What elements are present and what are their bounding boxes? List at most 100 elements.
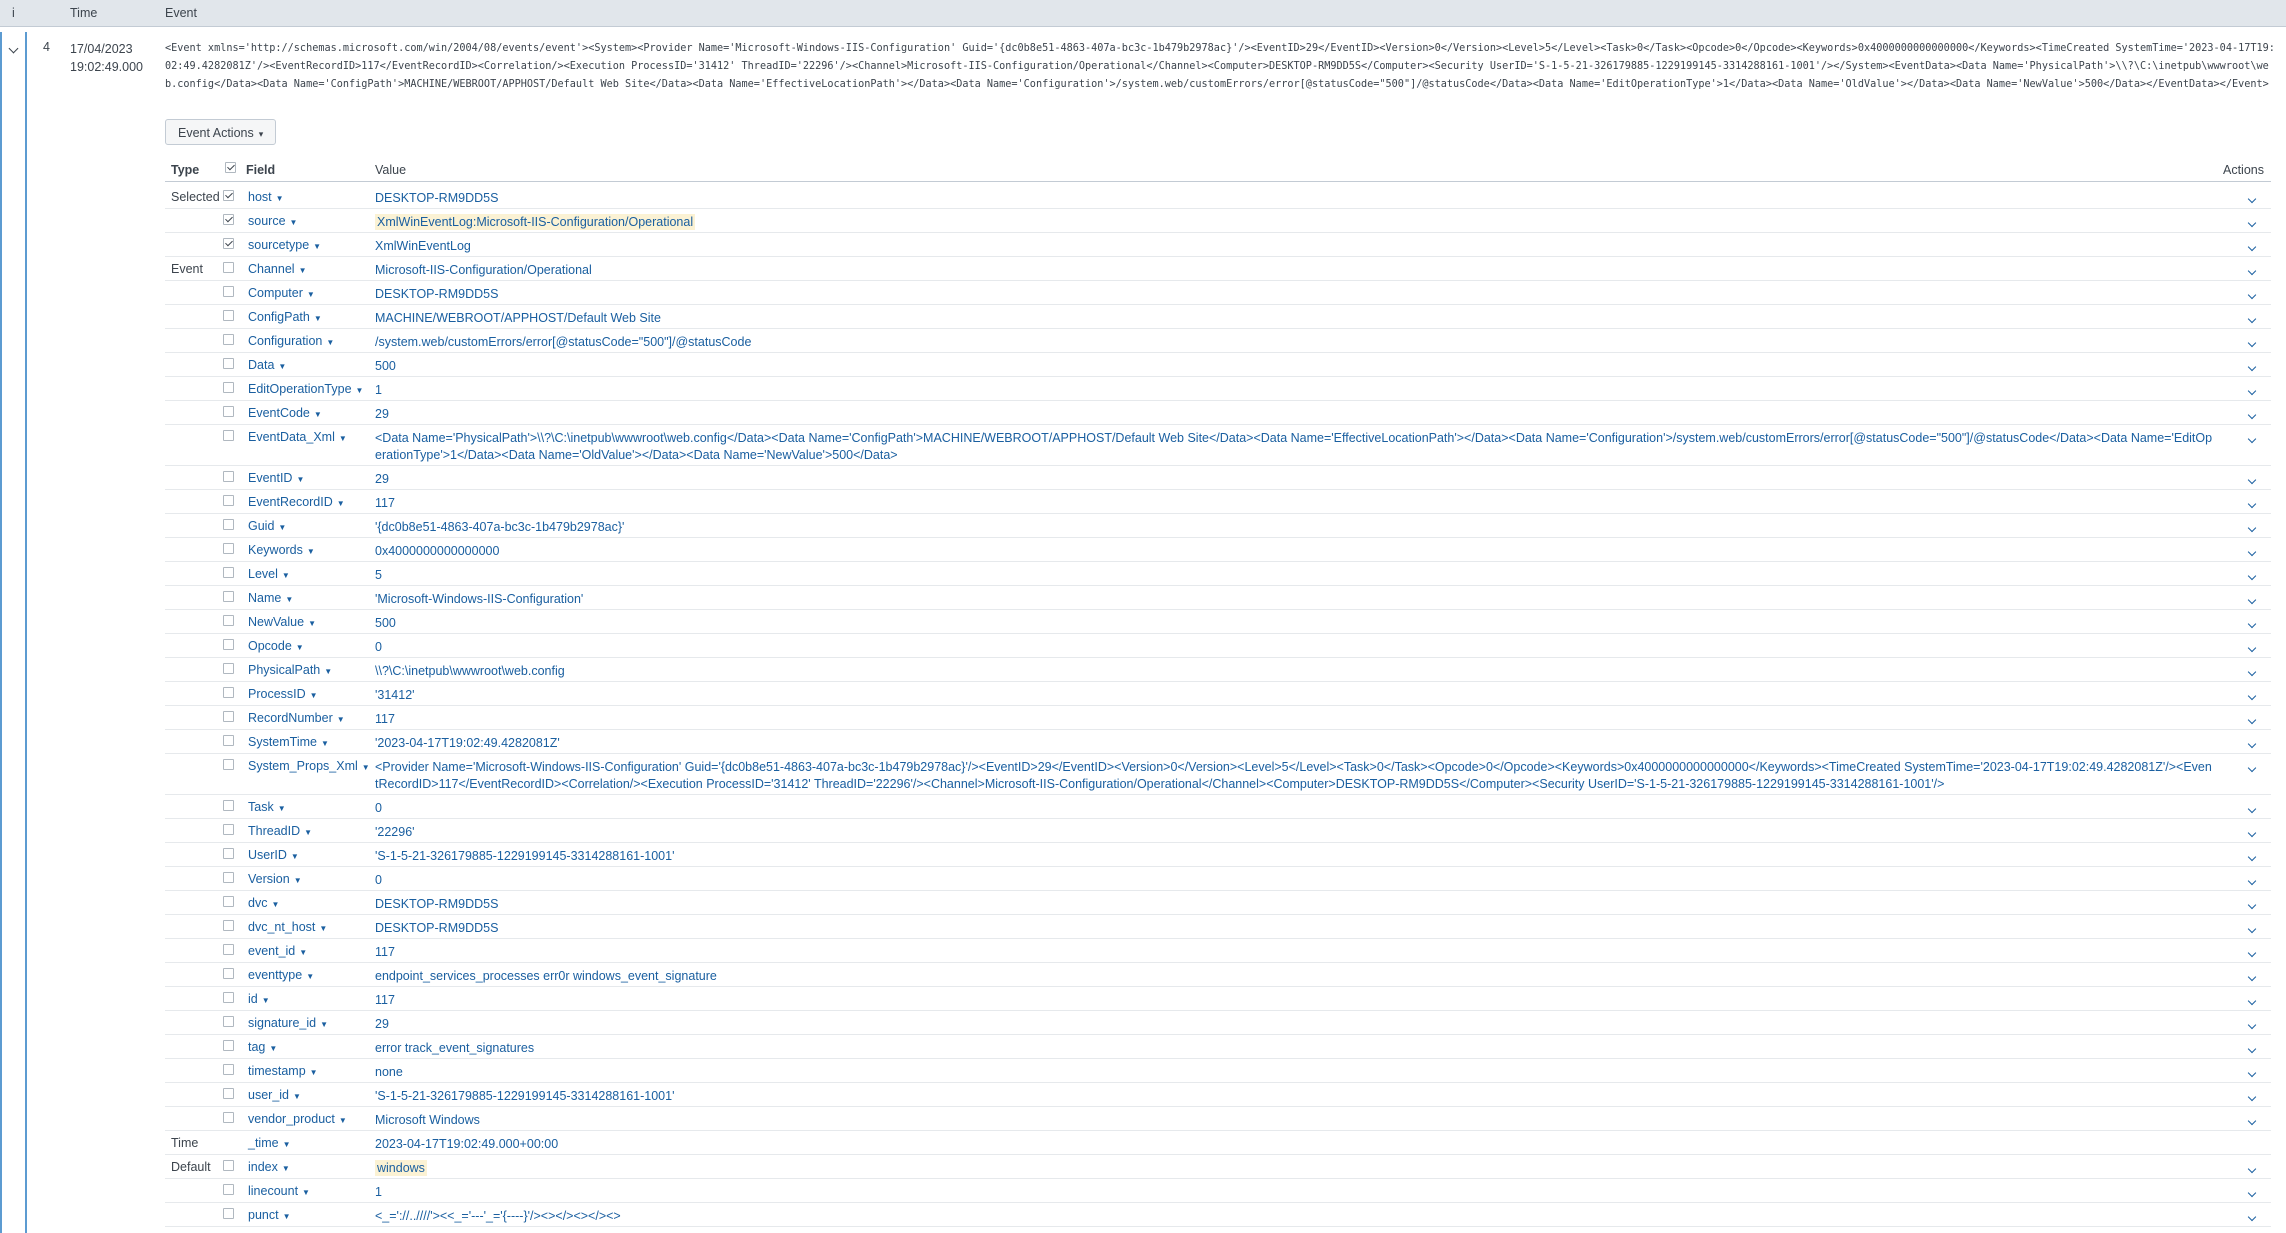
field-value[interactable]: /system.web/customErrors/error[@statusCo…	[375, 334, 2215, 351]
field-actions-chevron-icon[interactable]	[2247, 849, 2257, 863]
field-actions-chevron-icon[interactable]	[2247, 1089, 2257, 1103]
field-select-checkbox[interactable]	[223, 1112, 234, 1123]
field-select-checkbox[interactable]	[223, 430, 234, 441]
field-name-dropdown[interactable]: host ▼	[248, 190, 284, 204]
select-all-checkbox[interactable]	[225, 162, 236, 173]
field-value[interactable]: 5	[375, 567, 2215, 584]
field-name-dropdown[interactable]: ProcessID ▼	[248, 687, 318, 701]
field-value[interactable]: 117	[375, 495, 2215, 512]
field-select-checkbox[interactable]	[223, 1088, 234, 1099]
field-name-dropdown[interactable]: System_Props_Xml ▼	[248, 759, 370, 773]
field-name-dropdown[interactable]: _time ▼	[248, 1136, 291, 1150]
field-name-dropdown[interactable]: SystemTime ▼	[248, 735, 329, 749]
field-select-checkbox[interactable]	[223, 1184, 234, 1195]
field-select-checkbox[interactable]	[223, 992, 234, 1003]
field-actions-chevron-icon[interactable]	[2247, 263, 2257, 277]
field-select-checkbox[interactable]	[223, 334, 234, 345]
event-column-header[interactable]: Event	[165, 6, 197, 20]
field-actions-chevron-icon[interactable]	[2247, 383, 2257, 397]
field-value[interactable]: 1	[375, 1184, 2215, 1201]
field-name-dropdown[interactable]: sourcetype ▼	[248, 238, 321, 252]
field-value[interactable]: 'S-1-5-21-326179885-1229199145-331428816…	[375, 848, 2215, 865]
field-name-dropdown[interactable]: Computer ▼	[248, 286, 315, 300]
field-name-dropdown[interactable]: Version ▼	[248, 872, 302, 886]
field-select-checkbox[interactable]	[223, 382, 234, 393]
field-actions-chevron-icon[interactable]	[2247, 760, 2257, 774]
field-actions-chevron-icon[interactable]	[2247, 688, 2257, 702]
field-value[interactable]: error track_event_signatures	[375, 1040, 2215, 1057]
field-actions-chevron-icon[interactable]	[2247, 1065, 2257, 1079]
field-value[interactable]: 'S-1-5-21-326179885-1229199145-331428816…	[375, 1088, 2215, 1105]
field-actions-chevron-icon[interactable]	[2247, 191, 2257, 205]
field-select-checkbox[interactable]	[223, 591, 234, 602]
field-actions-chevron-icon[interactable]	[2247, 664, 2257, 678]
field-name-dropdown[interactable]: id ▼	[248, 992, 270, 1006]
field-select-checkbox[interactable]	[223, 190, 234, 201]
field-name-dropdown[interactable]: punct ▼	[248, 1208, 291, 1222]
field-value[interactable]: 29	[375, 406, 2215, 423]
field-value[interactable]: 500	[375, 358, 2215, 375]
field-actions-chevron-icon[interactable]	[2247, 311, 2257, 325]
field-name-dropdown[interactable]: user_id ▼	[248, 1088, 301, 1102]
field-actions-chevron-icon[interactable]	[2247, 407, 2257, 421]
collapse-chevron-icon[interactable]	[8, 41, 19, 55]
field-actions-chevron-icon[interactable]	[2247, 736, 2257, 750]
field-value[interactable]: 117	[375, 992, 2215, 1009]
field-name-dropdown[interactable]: timestamp ▼	[248, 1064, 318, 1078]
field-value[interactable]: XmlWinEventLog	[375, 238, 2215, 255]
field-select-checkbox[interactable]	[223, 848, 234, 859]
field-name-dropdown[interactable]: Configuration ▼	[248, 334, 334, 348]
field-name-dropdown[interactable]: vendor_product ▼	[248, 1112, 347, 1126]
field-value[interactable]: \\?\C:\inetpub\wwwroot\web.config	[375, 663, 2215, 680]
field-name-dropdown[interactable]: index ▼	[248, 1160, 290, 1174]
field-value[interactable]: 'Microsoft-Windows-IIS-Configuration'	[375, 591, 2215, 608]
field-value[interactable]: 0	[375, 639, 2215, 656]
field-actions-chevron-icon[interactable]	[2247, 640, 2257, 654]
field-name-dropdown[interactable]: EditOperationType ▼	[248, 382, 363, 396]
field-select-checkbox[interactable]	[223, 615, 234, 626]
field-select-checkbox[interactable]	[223, 543, 234, 554]
field-actions-chevron-icon[interactable]	[2247, 921, 2257, 935]
field-select-checkbox[interactable]	[223, 687, 234, 698]
field-actions-chevron-icon[interactable]	[2247, 544, 2257, 558]
field-select-checkbox[interactable]	[223, 238, 234, 249]
field-select-checkbox[interactable]	[223, 214, 234, 225]
field-value[interactable]: 2023-04-17T19:02:49.000+00:00	[375, 1136, 2215, 1153]
field-select-checkbox[interactable]	[223, 711, 234, 722]
field-actions-chevron-icon[interactable]	[2247, 520, 2257, 534]
field-value[interactable]: '31412'	[375, 687, 2215, 704]
field-name-dropdown[interactable]: eventtype ▼	[248, 968, 314, 982]
field-select-checkbox[interactable]	[223, 968, 234, 979]
field-value[interactable]: DESKTOP-RM9DD5S	[375, 896, 2215, 913]
field-select-checkbox[interactable]	[223, 310, 234, 321]
field-select-checkbox[interactable]	[223, 567, 234, 578]
field-value[interactable]: '{dc0b8e51-4863-407a-bc3c-1b479b2978ac}'	[375, 519, 2215, 536]
field-name-dropdown[interactable]: Task ▼	[248, 800, 286, 814]
field-actions-chevron-icon[interactable]	[2247, 472, 2257, 486]
field-select-checkbox[interactable]	[223, 872, 234, 883]
field-actions-chevron-icon[interactable]	[2247, 335, 2257, 349]
field-name-dropdown[interactable]: EventID ▼	[248, 471, 304, 485]
field-name-dropdown[interactable]: dvc_nt_host ▼	[248, 920, 327, 934]
field-value[interactable]: <Data Name='PhysicalPath'>\\?\C:\inetpub…	[375, 430, 2215, 464]
field-name-dropdown[interactable]: EventRecordID ▼	[248, 495, 345, 509]
field-name-dropdown[interactable]: Guid ▼	[248, 519, 286, 533]
field-select-checkbox[interactable]	[223, 1160, 234, 1171]
field-name-dropdown[interactable]: Name ▼	[248, 591, 293, 605]
field-actions-chevron-icon[interactable]	[2247, 431, 2257, 445]
field-name-dropdown[interactable]: Opcode ▼	[248, 639, 304, 653]
field-actions-chevron-icon[interactable]	[2247, 616, 2257, 630]
field-actions-chevron-icon[interactable]	[2247, 1161, 2257, 1175]
field-actions-chevron-icon[interactable]	[2247, 496, 2257, 510]
field-select-checkbox[interactable]	[223, 1208, 234, 1219]
field-name-dropdown[interactable]: signature_id ▼	[248, 1016, 328, 1030]
field-value[interactable]: <_='://..////'><<_='---'_='{----}'/><></…	[375, 1208, 2215, 1225]
field-name-dropdown[interactable]: tag ▼	[248, 1040, 277, 1054]
field-value[interactable]: 29	[375, 471, 2215, 488]
field-value[interactable]: 500	[375, 615, 2215, 632]
field-name-dropdown[interactable]: ConfigPath ▼	[248, 310, 322, 324]
field-name-dropdown[interactable]: EventCode ▼	[248, 406, 322, 420]
field-select-checkbox[interactable]	[223, 471, 234, 482]
field-value[interactable]: 117	[375, 711, 2215, 728]
field-actions-chevron-icon[interactable]	[2247, 568, 2257, 582]
